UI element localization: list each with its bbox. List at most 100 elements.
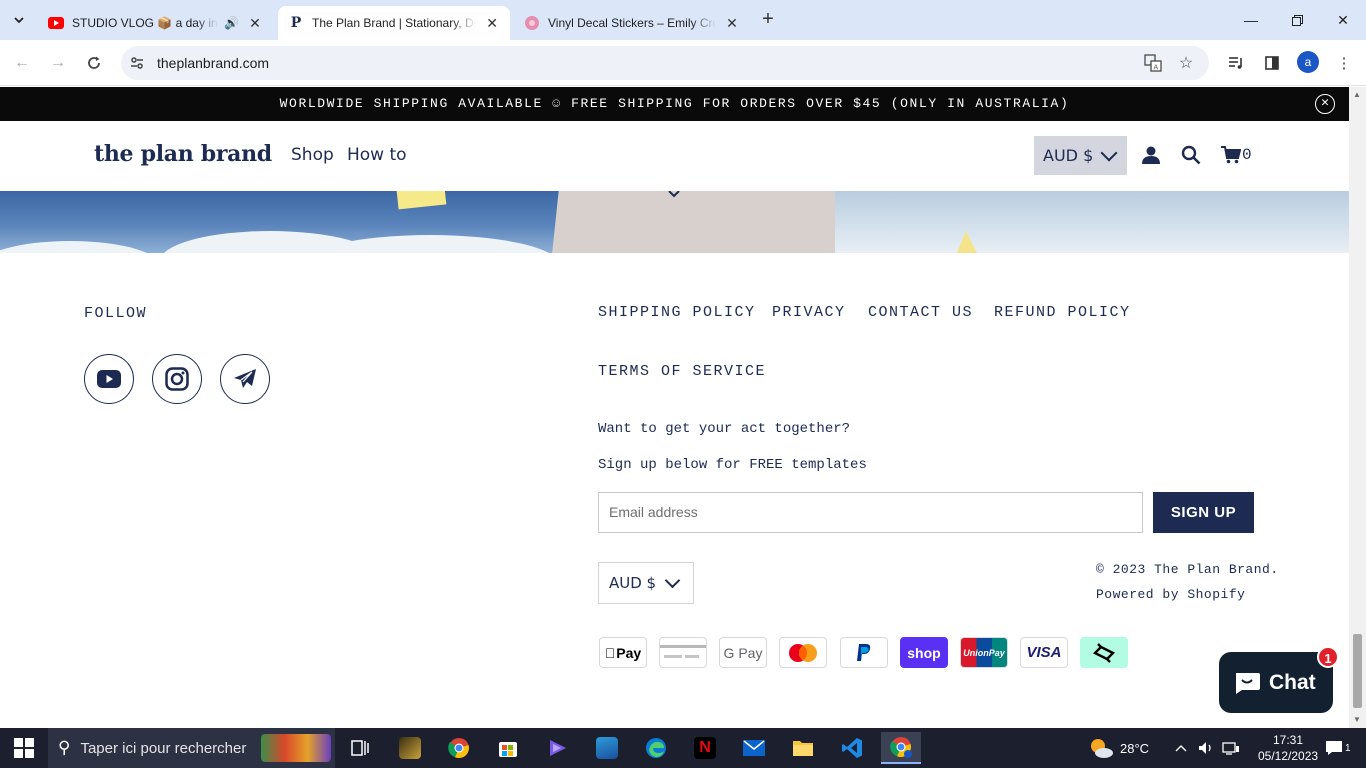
close-tab-icon[interactable]: ✕ (724, 15, 740, 32)
footer-currency-selector[interactable]: AUD $ (598, 562, 694, 604)
more-menu-icon[interactable]: ⋮ (1332, 51, 1356, 75)
svg-text:A: A (1154, 64, 1159, 72)
minimize-button[interactable]: — (1228, 0, 1274, 40)
paypal-icon (840, 637, 888, 668)
tab-title: The Plan Brand | Stationary, Dia (312, 16, 477, 30)
close-tab-icon[interactable]: ✕ (484, 15, 500, 32)
announcement-bar: WORLDWIDE SHIPPING AVAILABLE ☺ FREE SHIP… (0, 87, 1349, 121)
notification-center-icon[interactable]: 1 (1325, 728, 1351, 768)
account-icon[interactable] (1139, 143, 1163, 167)
reload-button[interactable] (82, 51, 106, 75)
cart-count[interactable]: 0 (1242, 146, 1252, 164)
forward-button[interactable]: → (46, 51, 70, 75)
chrome-profile-icon[interactable] (881, 732, 921, 764)
chat-bubble-icon (1236, 672, 1260, 694)
bookmark-star-icon[interactable]: ☆ (1176, 53, 1196, 73)
scroll-down-icon[interactable]: ▼ (1353, 715, 1361, 724)
tab-vinyl-decal[interactable]: Vinyl Decal Stickers – Emily Cro ✕ (514, 6, 750, 40)
address-bar[interactable]: theplanbrand.com A ☆ (121, 46, 1209, 80)
chat-label: Chat (1269, 670, 1316, 694)
chevron-down-icon (664, 572, 681, 588)
announcement-text: WORLDWIDE SHIPPING AVAILABLE ☺ FREE SHIP… (279, 96, 1070, 111)
task-view-icon[interactable] (340, 732, 380, 764)
nav-shop[interactable]: Shop (291, 145, 334, 165)
sign-up-button[interactable]: SIGN UP (1153, 492, 1254, 533)
weather-sun-cloud-icon (1091, 739, 1113, 758)
restore-button[interactable] (1274, 0, 1320, 40)
chat-widget-button[interactable]: Chat (1219, 652, 1333, 713)
youtube-link[interactable] (84, 354, 134, 404)
shop-pay-label: shop (907, 644, 941, 661)
new-tab-button[interactable]: + (757, 9, 779, 31)
volume-icon[interactable] (1198, 728, 1214, 768)
sticker-icon (524, 15, 540, 31)
photos-icon[interactable] (587, 732, 627, 764)
close-tab-icon[interactable]: ✕ (247, 15, 263, 32)
network-icon[interactable] (1222, 728, 1240, 768)
site-info-icon[interactable] (129, 55, 145, 71)
taskbar-search[interactable]: ⚲ Taper ici pour rechercher (48, 728, 335, 768)
show-hidden-icons[interactable] (1175, 728, 1187, 768)
link-shipping-policy[interactable]: SHIPPING POLICY (598, 304, 756, 321)
instagram-link[interactable] (152, 354, 202, 404)
media-controls-icon[interactable] (1224, 51, 1248, 75)
mail-icon[interactable] (734, 732, 774, 764)
side-panel-icon[interactable] (1260, 51, 1284, 75)
search-icon[interactable] (1179, 143, 1203, 167)
tab-studio-vlog[interactable]: STUDIO VLOG 📦 a day in a 🔊 ✕ (38, 6, 274, 40)
tab-search-chevron-icon[interactable] (8, 9, 30, 31)
url-text: theplanbrand.com (157, 55, 270, 71)
chevron-down-icon (1100, 144, 1118, 161)
page-scrollbar[interactable]: ▲ ▼ (1349, 87, 1366, 728)
link-terms-of-service[interactable]: TERMS OF SERVICE (598, 363, 766, 380)
file-explorer-icon[interactable] (783, 732, 823, 764)
windows-start-icon[interactable] (14, 738, 34, 758)
chrome-icon[interactable] (439, 732, 479, 764)
tab-the-plan-brand[interactable]: P The Plan Brand | Stationary, Dia ✕ (278, 6, 510, 40)
union-pay-icon: UnionPay (960, 637, 1008, 668)
search-highlight-image (261, 734, 331, 762)
hero-image (0, 191, 1349, 253)
currency-label: AUD $ (1043, 146, 1094, 165)
vscode-icon[interactable] (832, 732, 872, 764)
system-clock[interactable]: 17:31 05/12/2023 (1258, 732, 1318, 764)
link-refund-policy[interactable]: REFUND POLICY (994, 304, 1131, 321)
browser-toolbar: ← → theplanbrand.com A ☆ a ⋮ (0, 40, 1366, 86)
visa-icon: VISA (1020, 637, 1068, 668)
netflix-icon[interactable]: N (685, 732, 725, 764)
speaker-icon[interactable]: 🔊 (224, 16, 239, 30)
search-icon: ⚲ (58, 738, 71, 757)
powered-by-shopify-link[interactable]: Powered by Shopify (1096, 587, 1245, 602)
cart-icon[interactable] (1219, 143, 1243, 167)
weather-widget[interactable]: 28°C (1088, 728, 1149, 768)
web-page: WORLDWIDE SHIPPING AVAILABLE ☺ FREE SHIP… (0, 87, 1349, 728)
browser-tab-strip: STUDIO VLOG 📦 a day in a 🔊 ✕ P The Plan … (0, 0, 1366, 40)
translate-icon[interactable]: A (1143, 53, 1163, 73)
microsoft-store-icon[interactable] (488, 732, 528, 764)
link-privacy[interactable]: PRIVACY (772, 304, 846, 321)
edge-icon[interactable] (636, 732, 676, 764)
profile-avatar[interactable]: a (1297, 51, 1319, 73)
header-currency-selector[interactable]: AUD $ (1034, 136, 1127, 175)
close-announcement-icon[interactable]: ✕ (1315, 94, 1335, 114)
afterpay-icon (1080, 637, 1128, 668)
scroll-up-icon[interactable]: ▲ (1353, 90, 1361, 99)
site-logo[interactable]: the plan brand (94, 141, 272, 167)
scrollbar-thumb[interactable] (1353, 634, 1362, 708)
google-pay-icon: G Pay (719, 637, 767, 668)
weather-temp: 28°C (1120, 740, 1150, 756)
telegram-link[interactable] (220, 354, 270, 404)
app-video-editor-icon[interactable] (538, 732, 578, 764)
google-pay-label: G Pay (723, 644, 763, 661)
notification-count: 1 (1345, 742, 1351, 754)
close-window-button[interactable]: ✕ (1320, 0, 1366, 40)
back-button[interactable]: ← (10, 51, 34, 75)
currency-label: AUD $ (609, 574, 657, 592)
nav-how-to[interactable]: How to (347, 145, 407, 165)
newsletter-email-input[interactable]: Email address (598, 492, 1143, 533)
newsletter-subheading: Sign up below for FREE templates (598, 457, 867, 473)
plan-brand-icon: P (290, 15, 302, 31)
app-sibelius-icon[interactable] (390, 732, 430, 764)
link-contact-us[interactable]: CONTACT US (868, 304, 973, 321)
tab-title: STUDIO VLOG 📦 a day in a (72, 16, 218, 30)
